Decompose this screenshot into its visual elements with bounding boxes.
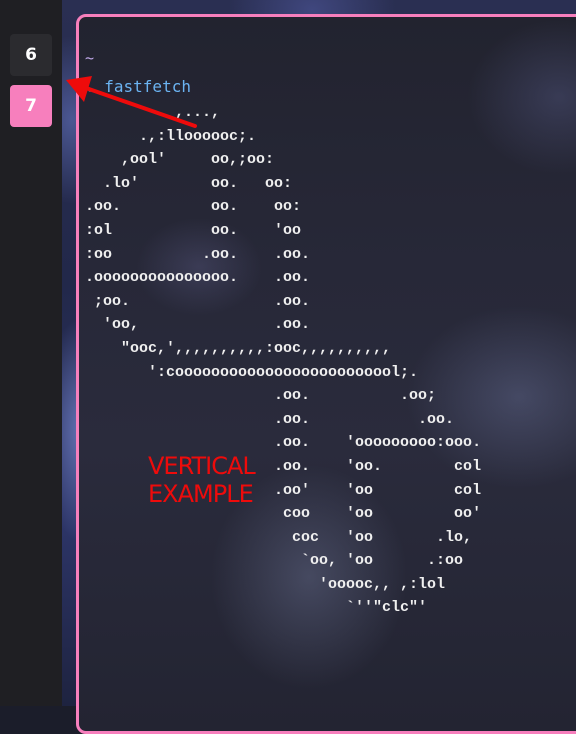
annotation-arrow xyxy=(66,76,197,128)
arrow-shaft xyxy=(84,86,197,128)
